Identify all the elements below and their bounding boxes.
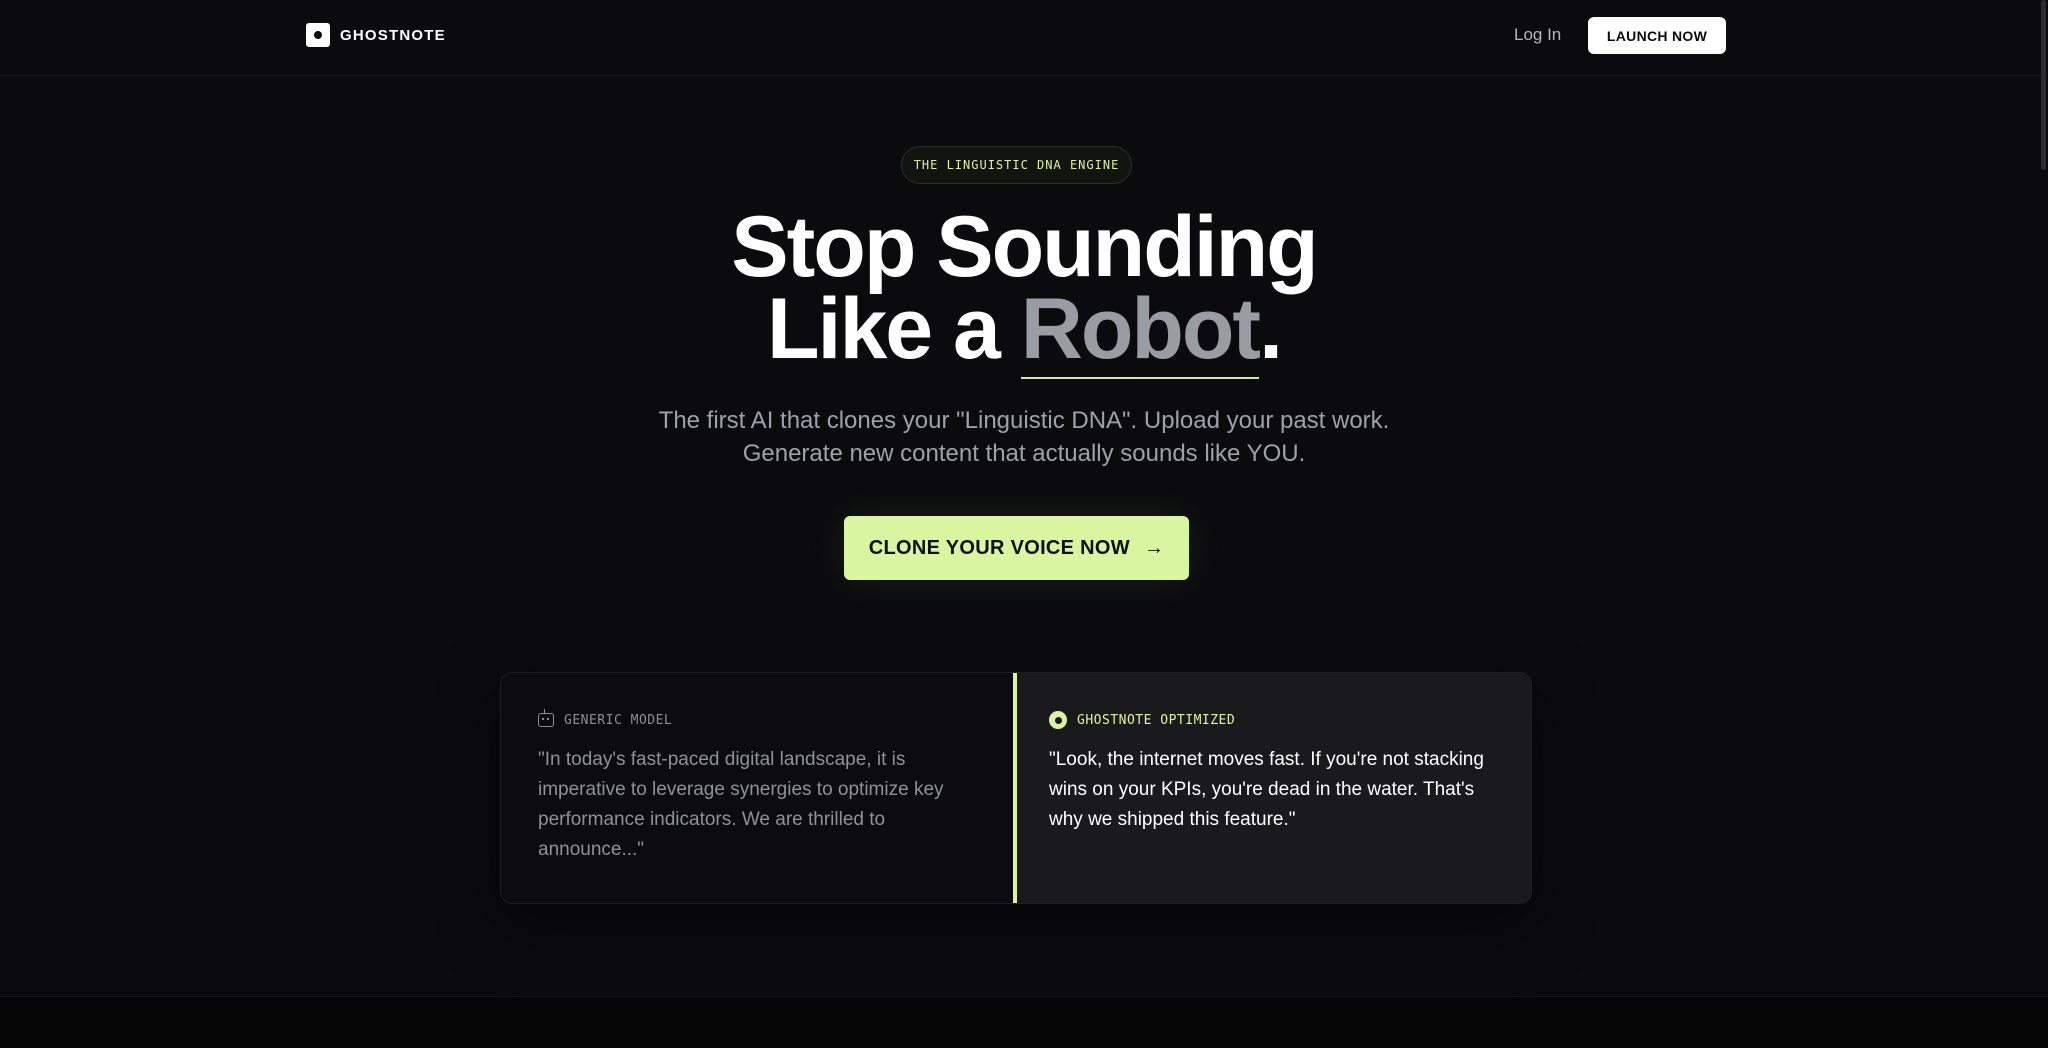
generic-model-panel: GENERIC MODEL "In today's fast-paced dig… [501, 673, 1017, 903]
cta-label: CLONE YOUR VOICE NOW [868, 536, 1130, 559]
headline-suffix: . [1259, 281, 1283, 377]
arrow-right-icon: → [1143, 537, 1165, 559]
scrollbar-thumb[interactable] [2041, 0, 2046, 170]
comparison-card: GENERIC MODEL "In today's fast-paced dig… [500, 672, 1532, 904]
hero-badge: THE LINGUISTIC DNA ENGINE [901, 146, 1132, 184]
login-link[interactable]: Log In [1514, 23, 1561, 47]
headline-highlight: Robot [1020, 281, 1261, 379]
ghostnote-dot-inner [1054, 716, 1062, 724]
launch-now-button[interactable]: LAUNCH NOW [1588, 17, 1726, 54]
footer-strip [0, 996, 2048, 1048]
ghostnote-panel-header: GHOSTNOTE OPTIMIZED [1049, 709, 1499, 731]
subtext-line-2: Generate new content that actually sound… [742, 440, 1306, 467]
logo-mark-icon [306, 23, 330, 47]
subtext-line-1: The first AI that clones your "Linguisti… [658, 407, 1390, 434]
generic-quote: "In today's fast-paced digital landscape… [538, 749, 944, 860]
top-navbar: GHOSTNOTE Log In LAUNCH NOW [0, 0, 2048, 76]
ghostnote-quote: "Look, the internet moves fast. If you'r… [1049, 749, 1484, 830]
generic-model-label: GENERIC MODEL [564, 712, 673, 728]
generic-panel-header: GENERIC MODEL [538, 709, 977, 731]
ghostnote-optimized-panel: GHOSTNOTE OPTIMIZED "Look, the internet … [1017, 673, 1531, 903]
logo-dot [314, 31, 322, 39]
hero-subtext: The first AI that clones your "Linguisti… [0, 404, 2048, 470]
hero-headline: Stop Sounding Like a Robot. [0, 204, 2048, 379]
clone-voice-button[interactable]: CLONE YOUR VOICE NOW → [844, 516, 1189, 580]
ghostnote-optimized-label: GHOSTNOTE OPTIMIZED [1077, 712, 1236, 728]
brand-logo[interactable]: GHOSTNOTE [306, 23, 446, 47]
brand-name: GHOSTNOTE [340, 26, 446, 44]
ghostnote-dot-icon [1049, 711, 1067, 729]
robot-icon [538, 709, 554, 727]
headline-line-2-prefix: Like a [767, 281, 1021, 377]
